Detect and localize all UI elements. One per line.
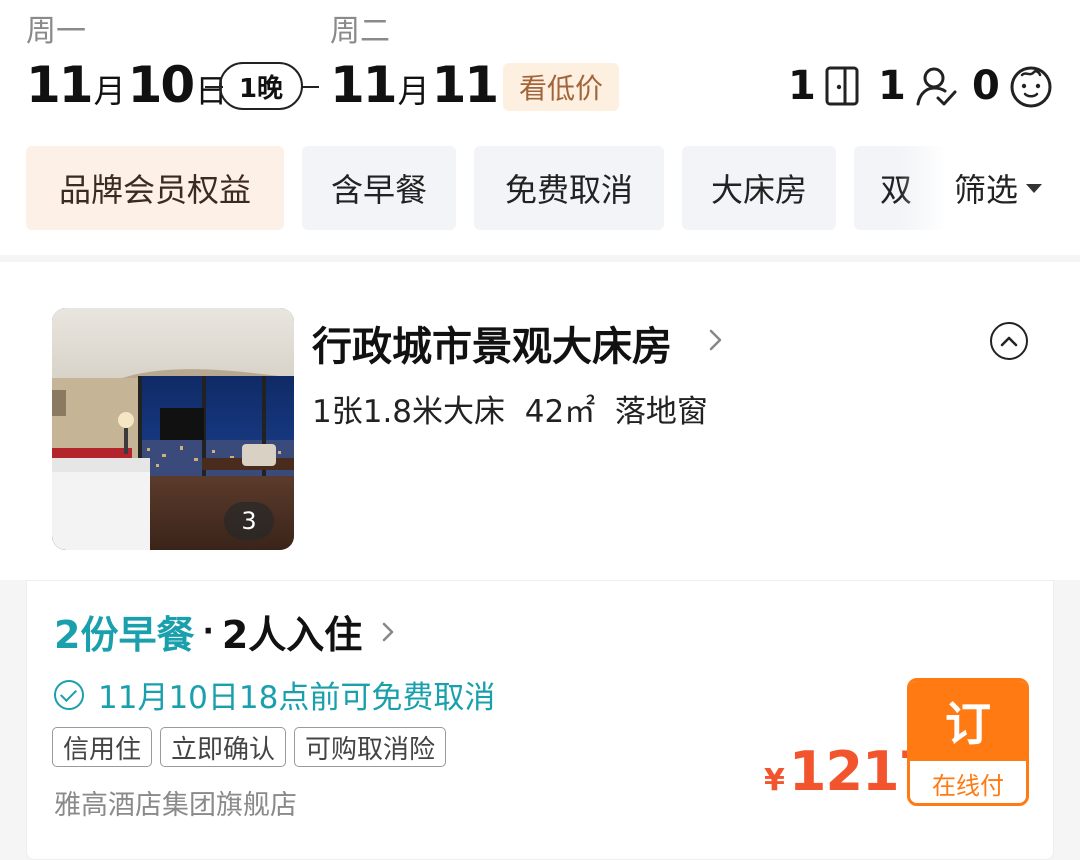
dropdown-caret-icon [1026, 183, 1043, 193]
chip-free-cancel[interactable]: 免费取消 [474, 146, 664, 230]
price-currency: ¥ [764, 763, 785, 798]
adults-selector[interactable]: 1 [878, 60, 958, 112]
nights-label: 1晚 [219, 62, 303, 110]
cancel-policy-text: 11月10日18点前可免费取消 [98, 680, 496, 716]
rate-tags: 信用住 立即确认 可购取消险 [52, 727, 454, 767]
children-selector[interactable]: 0 [972, 60, 1054, 112]
checkin-month-unit: 月 [93, 72, 126, 110]
pay-online-label: 在线付 [932, 772, 1004, 800]
checkout-month: 11 [330, 56, 398, 114]
checkin-month: 11 [26, 56, 94, 114]
guests-label: 2人入住 [221, 613, 363, 657]
room-door-icon [825, 66, 859, 106]
rate-plan-title[interactable]: 2份早餐 · 2人入住 [54, 604, 402, 659]
cancel-policy: 11月10日18点前可免费取消 [54, 672, 495, 717]
bed-info: 1张1.8米大床 [312, 394, 506, 430]
checkout-day: 11 [431, 56, 500, 114]
checkin-weekday: 周一 [26, 14, 86, 49]
tag-instant-confirm: 立即确认 [160, 727, 287, 767]
rate-plan-card[interactable]: 2份早餐 · 2人入住 11月10日18点前可免费取消 信用住 立即确认 可购取… [26, 580, 1054, 860]
seller-name: 雅高酒店集团旗舰店 [54, 790, 297, 821]
chevron-right-icon[interactable] [706, 326, 726, 354]
tag-credit-stay: 信用住 [52, 727, 153, 767]
child-icon [1010, 66, 1052, 108]
room-title[interactable]: 行政城市景观大床房 [312, 314, 672, 372]
chevron-right-icon [383, 622, 394, 641]
room-area: 42㎡ [524, 394, 596, 430]
filter-label: 筛选 [954, 171, 1019, 209]
adults-count: 1 [878, 63, 906, 109]
room-photo[interactable]: 3 [52, 308, 294, 550]
children-count: 0 [972, 63, 1000, 109]
checkin-day: 10 [127, 56, 196, 114]
breakfast-label: 2份早餐 [54, 613, 195, 657]
checkin-date[interactable]: 11 月 10 日 [26, 56, 229, 116]
checkout-month-unit: 月 [397, 72, 430, 110]
chip-breakfast[interactable]: 含早餐 [302, 146, 456, 230]
check-circle-icon [54, 679, 84, 710]
rooms-count: 1 [788, 63, 816, 109]
adult-icon [916, 67, 957, 106]
chip-brand-member[interactable]: 品牌会员权益 [26, 146, 284, 230]
photo-count-badge: 3 [224, 502, 274, 540]
room-attributes: 1张1.8米大床 42㎡ 落地窗 [312, 386, 708, 431]
filter-button[interactable]: 筛选 [950, 166, 1043, 210]
title-separator: · [202, 614, 214, 649]
window-feature: 落地窗 [614, 394, 708, 430]
book-button[interactable]: 订 在线付 [907, 678, 1029, 806]
book-label: 订 [910, 681, 1026, 761]
nights-indicator: 1晚 [205, 62, 319, 110]
filter-chips: 品牌会员权益 含早餐 免费取消 大床房 双 [26, 146, 962, 230]
collapse-up-icon[interactable] [990, 322, 1028, 360]
room-card[interactable]: 3 行政城市景观大床房 1张1.8米大床 42㎡ 落地窗 [0, 262, 1080, 580]
checkout-weekday: 周二 [330, 14, 390, 49]
rooms-selector[interactable]: 1 [788, 60, 860, 112]
booking-header: 周一 周二 11 月 10 日 1晚 11 月 11 日 看低价 1 1 0 [0, 0, 1080, 255]
low-price-button[interactable]: 看低价 [503, 63, 619, 111]
chip-king-bed[interactable]: 大床房 [682, 146, 836, 230]
tag-cancel-insurance: 可购取消险 [294, 727, 447, 767]
